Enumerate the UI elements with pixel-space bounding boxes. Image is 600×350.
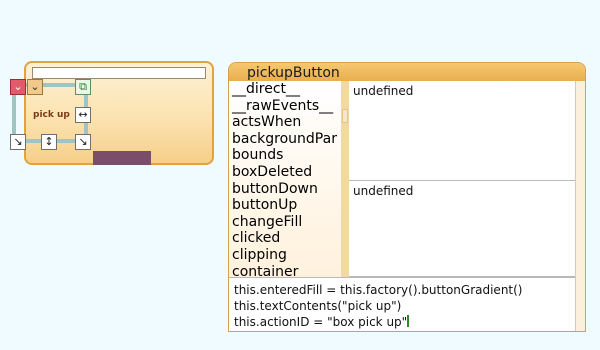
morph-color-bar — [93, 151, 151, 165]
button-label: pick up — [33, 110, 70, 120]
slot-item[interactable]: actsWhen — [229, 114, 341, 131]
chevron-down-icon[interactable]: ⌄ — [10, 79, 26, 95]
inspector-title: pickupButton — [247, 65, 340, 81]
morph-text-field[interactable] — [32, 67, 206, 79]
code-line: this.enteredFill = this.factory().button… — [234, 283, 523, 297]
slot-item[interactable]: buttonUp — [229, 197, 341, 214]
resize-diagonal-icon[interactable]: ↘ — [75, 134, 91, 150]
slot-list-scrollbar[interactable] — [341, 81, 349, 277]
slot-item[interactable]: __direct__ — [229, 81, 341, 98]
code-line-text: this.actionID = "box pick up" — [234, 315, 408, 329]
slot-item[interactable]: __rawEvents__ — [229, 98, 341, 115]
text-cursor — [407, 315, 410, 327]
slot-list[interactable]: __direct__ __rawEvents__ actsWhen backgr… — [229, 81, 341, 277]
slot-item[interactable]: boxDeleted — [229, 164, 341, 181]
value-pane[interactable]: undefined — [349, 81, 575, 181]
resize-vertical-icon[interactable]: ↕ — [41, 134, 57, 150]
slot-value: undefined — [353, 184, 414, 198]
slot-item[interactable]: buttonDown — [229, 181, 341, 198]
inspector-title-bar[interactable]: pickupButton — [229, 63, 585, 81]
slot-item[interactable]: container — [229, 264, 341, 277]
inspector-panel: pickupButton __direct__ __rawEvents__ ac… — [228, 62, 586, 332]
inspector-scrollbar[interactable] — [575, 81, 585, 331]
slot-value: undefined — [353, 84, 414, 98]
slot-item[interactable]: clipping — [229, 247, 341, 264]
slot-item[interactable]: backgroundPar — [229, 131, 341, 148]
code-line: this.textContents("pick up") — [234, 299, 402, 313]
code-editor[interactable]: this.enteredFill = this.factory().button… — [229, 277, 575, 331]
pickup-icon[interactable]: ↘ — [10, 134, 26, 150]
code-line: this.actionID = "box pick up" — [234, 314, 575, 330]
copy-icon[interactable]: ⧉ — [75, 79, 91, 95]
resize-horizontal-icon[interactable]: ↔ — [75, 107, 91, 123]
slot-item[interactable]: clicked — [229, 230, 341, 247]
value-pane[interactable]: undefined — [349, 181, 575, 277]
scrollbar-thumb[interactable] — [342, 109, 348, 123]
chevron-down-icon[interactable]: ⌄ — [27, 79, 43, 95]
slot-item[interactable]: changeFill — [229, 214, 341, 231]
slot-item[interactable]: bounds — [229, 147, 341, 164]
